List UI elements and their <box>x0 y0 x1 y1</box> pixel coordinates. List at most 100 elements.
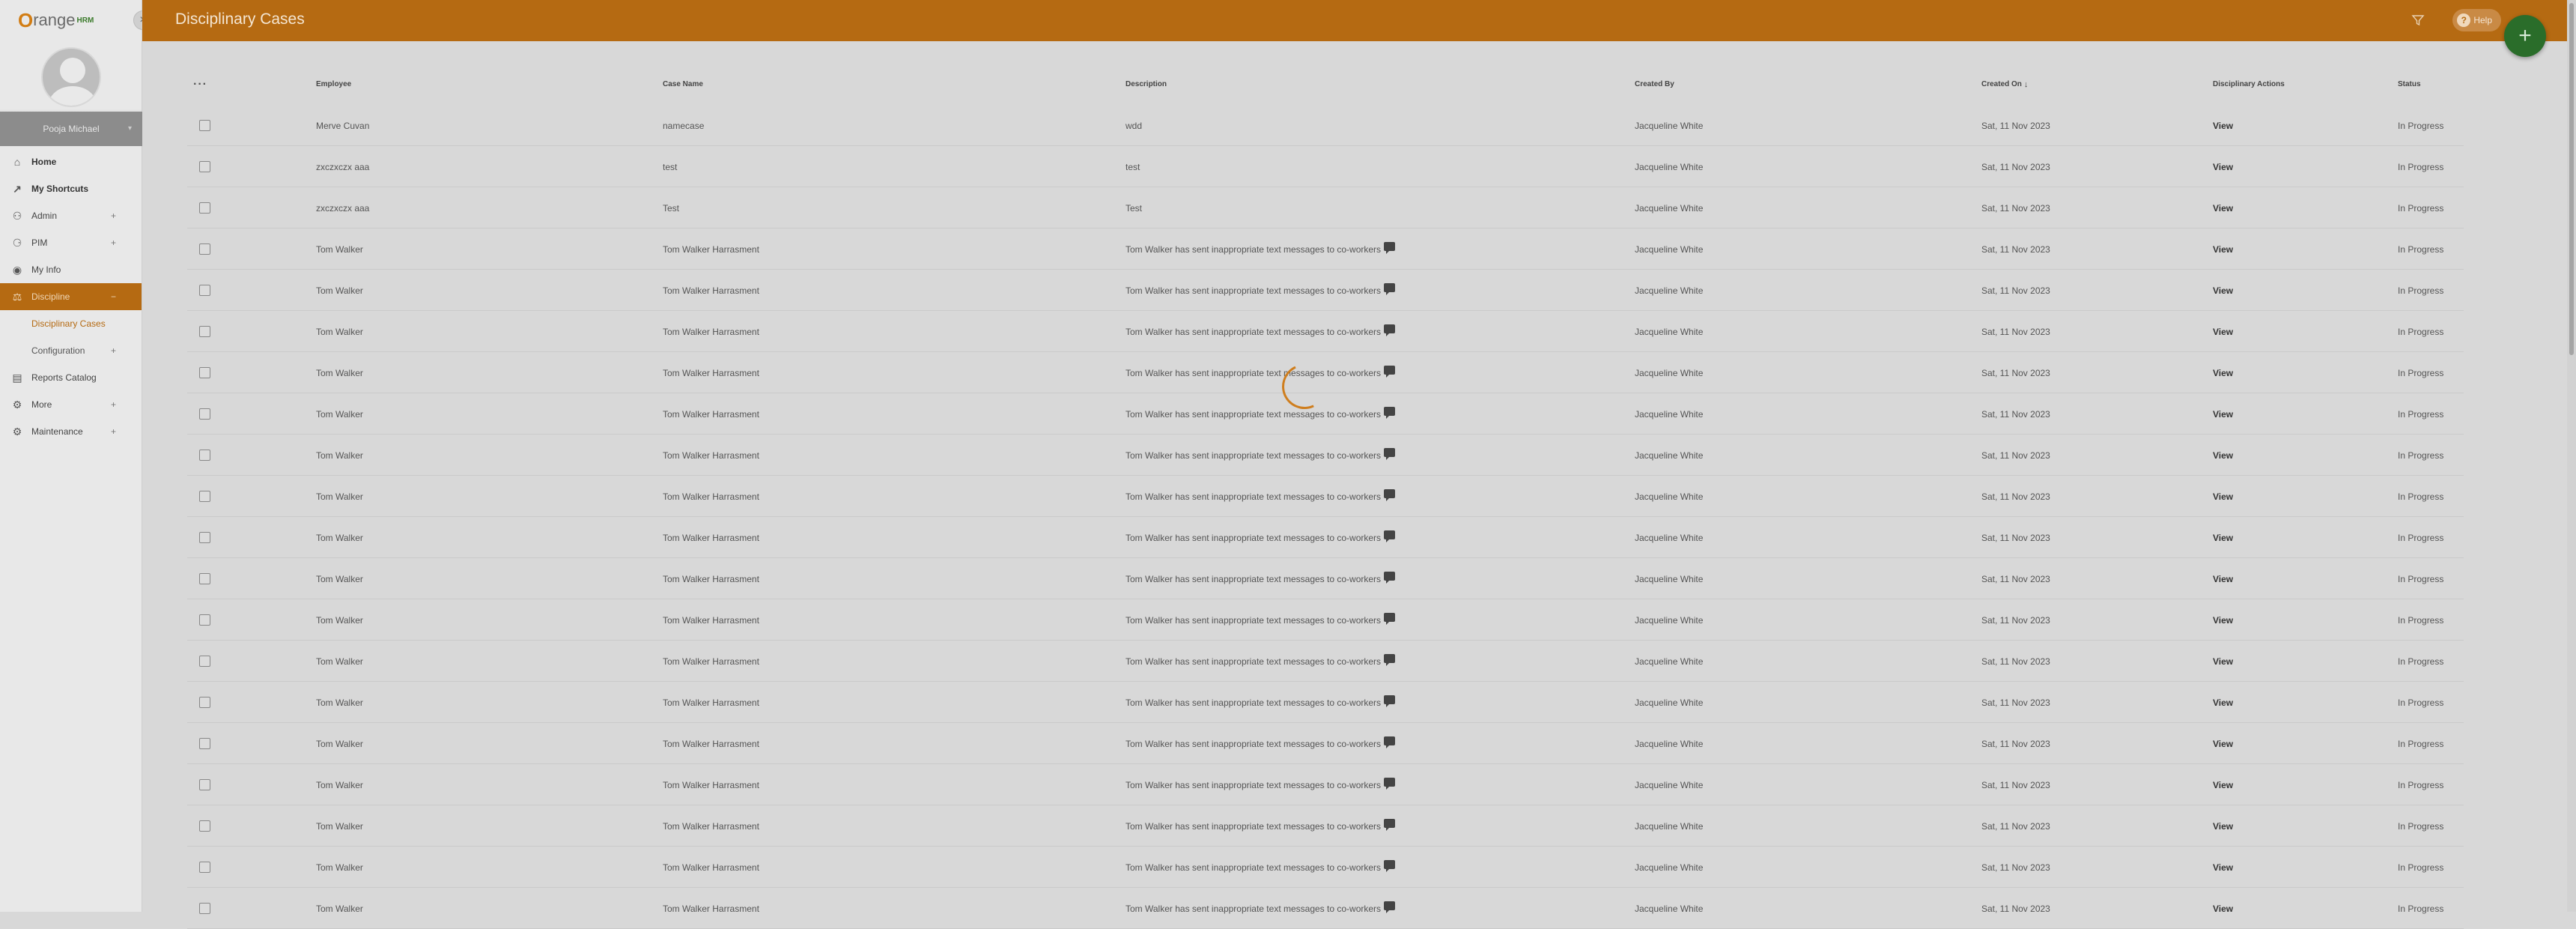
table-row[interactable]: Tom Walker Tom Walker Harrasment Tom Walke… <box>187 476 2464 517</box>
view-action-link-text[interactable]: View <box>2213 739 2233 749</box>
view-action-link[interactable]: View <box>2213 723 2233 764</box>
table-row[interactable]: zxczxczx aaa Test Test Jacqueline White Sat,… <box>187 187 2464 229</box>
view-action-link[interactable]: View <box>2213 888 2233 929</box>
row-checkbox-cell[interactable] <box>199 229 210 270</box>
row-checkbox-cell[interactable] <box>199 146 210 187</box>
view-action-link-text[interactable]: View <box>2213 780 2233 790</box>
view-action-link-text[interactable]: View <box>2213 121 2233 131</box>
view-action-link-text[interactable]: View <box>2213 368 2233 378</box>
table-row[interactable]: Tom Walker Tom Walker Harrasment Tom Walke… <box>187 435 2464 476</box>
row-checkbox[interactable] <box>199 573 210 584</box>
row-checkbox-cell[interactable] <box>199 393 210 435</box>
sidebar-item-more[interactable]: ⚙ More + <box>0 391 142 418</box>
view-action-link-text[interactable]: View <box>2213 162 2233 172</box>
table-row[interactable]: Tom Walker Tom Walker Harrasment Tom Walke… <box>187 682 2464 723</box>
comment-icon[interactable] <box>1384 282 1396 295</box>
comment-icon[interactable] <box>1384 530 1396 542</box>
table-row[interactable]: Tom Walker Tom Walker Harrasment Tom Walke… <box>187 517 2464 558</box>
view-action-link-text[interactable]: View <box>2213 821 2233 832</box>
table-row[interactable]: Tom Walker Tom Walker Harrasment Tom Walke… <box>187 558 2464 599</box>
collapse-icon[interactable]: − <box>111 291 116 302</box>
row-checkbox-cell[interactable] <box>199 764 210 805</box>
table-row[interactable]: Tom Walker Tom Walker Harrasment Tom Walke… <box>187 805 2464 847</box>
row-checkbox[interactable] <box>199 697 210 708</box>
table-row[interactable]: Tom Walker Tom Walker Harrasment Tom Walke… <box>187 723 2464 764</box>
sidebar-item-my-info[interactable]: ◉ My Info <box>0 256 142 283</box>
view-action-link-text[interactable]: View <box>2213 285 2233 296</box>
view-action-link-text[interactable]: View <box>2213 574 2233 584</box>
expand-plus-icon[interactable]: + <box>111 426 116 437</box>
row-checkbox[interactable] <box>199 408 210 420</box>
view-action-link-text[interactable]: View <box>2213 203 2233 214</box>
sidebar-item-discipline[interactable]: ⚖ Discipline − <box>0 283 142 310</box>
help-button[interactable]: ? Help <box>2452 9 2501 31</box>
row-checkbox[interactable] <box>199 161 210 172</box>
table-row[interactable]: zxczxczx aaa test test Jacqueline White Sat,… <box>187 146 2464 187</box>
comment-icon[interactable] <box>1384 859 1396 872</box>
sidebar-item-home[interactable]: ⌂ Home <box>0 148 142 175</box>
sidebar-subitem-configuration[interactable]: Configuration + <box>0 337 142 364</box>
view-action-link-text[interactable]: View <box>2213 327 2233 337</box>
view-action-link-text[interactable]: View <box>2213 656 2233 667</box>
comment-icon[interactable] <box>1384 241 1396 254</box>
expand-plus-icon[interactable]: + <box>111 345 116 356</box>
view-action-link[interactable]: View <box>2213 187 2233 229</box>
view-action-link-text[interactable]: View <box>2213 450 2233 461</box>
table-row[interactable]: Tom Walker Tom Walker Harrasment Tom Walke… <box>187 599 2464 641</box>
comment-icon[interactable] <box>1384 324 1396 336</box>
view-action-link[interactable]: View <box>2213 311 2233 352</box>
expand-plus-icon[interactable]: + <box>111 399 116 410</box>
view-action-link[interactable]: View <box>2213 229 2233 270</box>
row-checkbox-cell[interactable] <box>199 105 210 146</box>
row-checkbox-cell[interactable] <box>199 805 210 847</box>
comment-icon[interactable] <box>1384 571 1396 584</box>
expand-plus-icon[interactable]: + <box>111 237 116 248</box>
row-checkbox-cell[interactable] <box>199 517 210 558</box>
view-action-link[interactable]: View <box>2213 764 2233 805</box>
sidebar-item-pim[interactable]: ⚆ PIM + <box>0 229 142 256</box>
row-checkbox[interactable] <box>199 367 210 378</box>
view-action-link[interactable]: View <box>2213 682 2233 723</box>
comment-icon[interactable] <box>1384 653 1396 666</box>
row-checkbox-cell[interactable] <box>199 682 210 723</box>
col-employee[interactable]: Employee <box>316 64 351 105</box>
row-checkbox[interactable] <box>199 656 210 667</box>
comment-icon[interactable] <box>1384 488 1396 501</box>
comment-icon[interactable] <box>1384 901 1396 913</box>
row-checkbox-cell[interactable] <box>199 187 210 229</box>
col-description[interactable]: Description <box>1126 64 1167 105</box>
col-disciplinary-actions[interactable]: Disciplinary Actions <box>2213 64 2285 105</box>
table-row[interactable]: Tom Walker Tom Walker Harrasment Tom Walke… <box>187 847 2464 888</box>
row-checkbox-cell[interactable] <box>199 558 210 599</box>
view-action-link-text[interactable]: View <box>2213 697 2233 708</box>
table-row[interactable]: Tom Walker Tom Walker Harrasment Tom Walke… <box>187 888 2464 929</box>
add-case-button[interactable]: + <box>2504 15 2546 57</box>
row-checkbox[interactable] <box>199 202 210 214</box>
row-checkbox[interactable] <box>199 120 210 131</box>
comment-icon[interactable] <box>1384 736 1396 748</box>
row-actions-menu[interactable]: ··· <box>193 64 207 105</box>
table-row[interactable]: Merve Cuvan namecase wdd Jacqueline White Sa… <box>187 105 2464 146</box>
sidebar-subitem-disciplinary-cases[interactable]: Disciplinary Cases <box>0 310 142 337</box>
row-checkbox[interactable] <box>199 903 210 914</box>
view-action-link[interactable]: View <box>2213 352 2233 393</box>
view-action-link[interactable]: View <box>2213 805 2233 847</box>
row-checkbox[interactable] <box>199 820 210 832</box>
row-checkbox-cell[interactable] <box>199 435 210 476</box>
view-action-link[interactable]: View <box>2213 641 2233 682</box>
row-checkbox-cell[interactable] <box>199 888 210 929</box>
col-case-name[interactable]: Case Name <box>663 64 703 105</box>
comment-icon[interactable] <box>1384 777 1396 790</box>
view-action-link[interactable]: View <box>2213 558 2233 599</box>
filter-icon[interactable] <box>2410 12 2426 28</box>
comment-icon[interactable] <box>1384 818 1396 831</box>
row-checkbox[interactable] <box>199 285 210 296</box>
sidebar-item-reports-catalog[interactable]: ▤ Reports Catalog <box>0 364 142 391</box>
view-action-link[interactable]: View <box>2213 599 2233 641</box>
row-checkbox-cell[interactable] <box>199 599 210 641</box>
row-checkbox[interactable] <box>199 779 210 790</box>
view-action-link[interactable]: View <box>2213 393 2233 435</box>
comment-icon[interactable] <box>1384 695 1396 707</box>
row-checkbox[interactable] <box>199 738 210 749</box>
row-checkbox[interactable] <box>199 326 210 337</box>
